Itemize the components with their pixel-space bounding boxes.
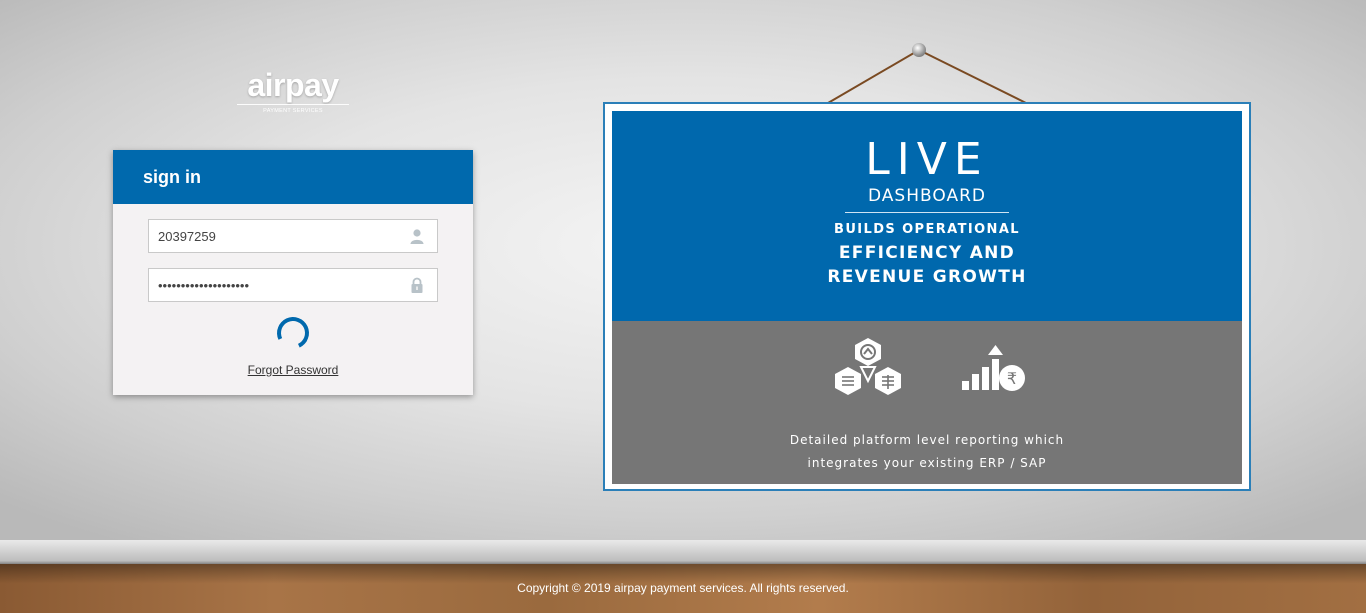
airpay-logo: airpay PAYMENT SERVICES: [233, 68, 353, 115]
banner-description-2: integrates your existing ERP / SAP: [807, 456, 1047, 470]
banner-divider: [845, 212, 1009, 213]
password-input[interactable]: [149, 269, 389, 301]
banner-top-panel: LIVE DASHBOARD BUILDS OPERATIONAL EFFICI…: [612, 111, 1242, 321]
banner-bottom-panel: ₹ Detailed platform level reporting whic…: [612, 321, 1242, 484]
lock-icon: [411, 277, 423, 293]
username-field[interactable]: [148, 219, 438, 253]
copyright-text: Copyright © 2019 airpay payment services…: [517, 581, 849, 595]
banner-tagline-3: REVENUE GROWTH: [827, 267, 1027, 287]
signin-card: sign in Forgot Password: [113, 150, 473, 395]
username-input[interactable]: [149, 220, 389, 252]
logo-subtext: PAYMENT SERVICES: [263, 108, 323, 114]
signin-title: sign in: [113, 150, 473, 204]
banner-tagline-1: BUILDS OPERATIONAL: [834, 222, 1020, 237]
logo-text: airpay: [247, 67, 339, 103]
loading-spinner: [272, 312, 314, 354]
banner-tagline-2: EFFICIENCY AND: [838, 243, 1016, 263]
logo-divider: [237, 104, 349, 105]
hexagon-cluster-icon: [835, 338, 901, 395]
hanging-string: [827, 49, 1027, 104]
password-field[interactable]: [148, 268, 438, 302]
svg-text:₹: ₹: [1007, 369, 1017, 388]
banner-description-1: Detailed platform level reporting which: [789, 433, 1065, 447]
wall-baseboard: [0, 540, 1366, 566]
growth-rupee-icon: ₹: [962, 345, 1025, 391]
banner-subheadline: DASHBOARD: [868, 186, 986, 206]
user-icon: [410, 229, 424, 244]
forgot-password-link[interactable]: Forgot Password: [113, 363, 473, 377]
dashboard-banner: LIVE DASHBOARD BUILDS OPERATIONAL EFFICI…: [603, 102, 1251, 491]
banner-headline: LIVE: [865, 134, 989, 185]
frame-hook: [912, 43, 926, 57]
